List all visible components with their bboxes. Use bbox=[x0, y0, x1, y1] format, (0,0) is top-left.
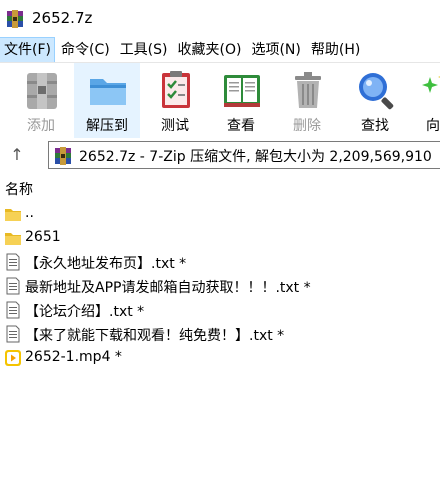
view-label: 查看 bbox=[227, 118, 255, 134]
window-title: 2652.7z bbox=[32, 9, 93, 27]
text-file-icon bbox=[6, 277, 20, 295]
menu-help[interactable]: 帮助(H) bbox=[308, 38, 363, 62]
winrar-archive-icon bbox=[55, 147, 71, 165]
text-file-icon bbox=[6, 325, 20, 343]
item-name: .. bbox=[25, 205, 34, 221]
list-item[interactable]: .. bbox=[0, 202, 440, 226]
item-name: 【永久地址发布页】.txt * bbox=[25, 256, 187, 272]
folder-icon bbox=[5, 233, 21, 245]
list-item[interactable]: 【永久地址发布页】.txt * bbox=[0, 250, 440, 274]
menu-favorites[interactable]: 收藏夹(O) bbox=[175, 38, 245, 62]
find-button[interactable]: 查找 bbox=[342, 63, 408, 139]
list-item[interactable]: 2652-1.mp4 * bbox=[0, 346, 440, 370]
folder-icon bbox=[5, 209, 21, 221]
item-name: 2652-1.mp4 * bbox=[25, 349, 122, 365]
list-item[interactable]: 2651 bbox=[0, 226, 440, 250]
delete-label: 删除 bbox=[293, 118, 321, 134]
view-button[interactable]: 查看 bbox=[208, 63, 274, 139]
wizard-sparkle-icon bbox=[422, 76, 440, 93]
wizard-label: 向 bbox=[426, 118, 440, 134]
add-archive-icon bbox=[27, 73, 57, 109]
address-row: ↑ 2652.7z - 7-Zip 压缩文件, 解包大小为 2,209,569,… bbox=[0, 138, 440, 172]
item-name: 【来了就能下载和观看！纯免费！】.txt * bbox=[25, 328, 285, 344]
list-item[interactable]: 【论坛介绍】.txt * bbox=[0, 298, 440, 322]
toolbar: 添加 解压到 测试 查看 删除 查找 向 bbox=[0, 62, 440, 139]
add-button[interactable]: 添加 bbox=[8, 63, 74, 139]
text-file-icon bbox=[6, 301, 20, 319]
extract-to-button[interactable]: 解压到 bbox=[74, 63, 140, 139]
checklist-icon bbox=[162, 71, 190, 108]
menu-bar: 文件(F) 命令(C) 工具(S) 收藏夹(O) 选项(N) 帮助(H) bbox=[0, 37, 440, 63]
test-label: 测试 bbox=[161, 118, 189, 134]
menu-options[interactable]: 选项(N) bbox=[248, 38, 303, 62]
test-button[interactable]: 测试 bbox=[142, 63, 208, 139]
find-label: 查找 bbox=[361, 118, 389, 134]
file-list: .. 2651 【永久地址发布页】.txt * 最新地址及APP请发邮箱自动获取… bbox=[0, 202, 440, 370]
arrow-up-icon: ↑ bbox=[10, 145, 24, 164]
book-view-icon bbox=[224, 75, 260, 107]
list-item[interactable]: 最新地址及APP请发邮箱自动获取！！！.txt * bbox=[0, 274, 440, 298]
item-name: 2651 bbox=[25, 229, 61, 245]
folder-extract-icon bbox=[90, 79, 126, 105]
item-name: 【论坛介绍】.txt * bbox=[25, 304, 145, 320]
item-name: 最新地址及APP请发邮箱自动获取！！！.txt * bbox=[25, 280, 311, 296]
menu-commands[interactable]: 命令(C) bbox=[58, 38, 113, 62]
delete-button[interactable]: 删除 bbox=[274, 63, 340, 139]
column-name-header[interactable]: 名称 bbox=[5, 179, 33, 199]
menu-tools[interactable]: 工具(S) bbox=[117, 38, 171, 62]
video-file-icon bbox=[5, 350, 21, 366]
up-folder-button[interactable]: ↑ bbox=[6, 144, 28, 166]
menu-file[interactable]: 文件(F) bbox=[0, 37, 55, 63]
wizard-button[interactable]: 向 bbox=[408, 63, 440, 139]
winrar-archive-icon bbox=[7, 10, 23, 28]
trash-icon bbox=[295, 72, 321, 108]
title-bar: 2652.7z bbox=[0, 0, 440, 38]
text-file-icon bbox=[6, 253, 20, 271]
list-header: 名称 bbox=[0, 176, 440, 200]
address-text: 2652.7z - 7-Zip 压缩文件, 解包大小为 2,209,569,91… bbox=[79, 149, 432, 165]
extract-to-label: 解压到 bbox=[86, 118, 128, 134]
add-label: 添加 bbox=[27, 118, 55, 134]
list-item[interactable]: 【来了就能下载和观看！纯免费！】.txt * bbox=[0, 322, 440, 346]
magnifier-icon bbox=[359, 73, 394, 110]
address-bar[interactable]: 2652.7z - 7-Zip 压缩文件, 解包大小为 2,209,569,91… bbox=[48, 141, 440, 169]
